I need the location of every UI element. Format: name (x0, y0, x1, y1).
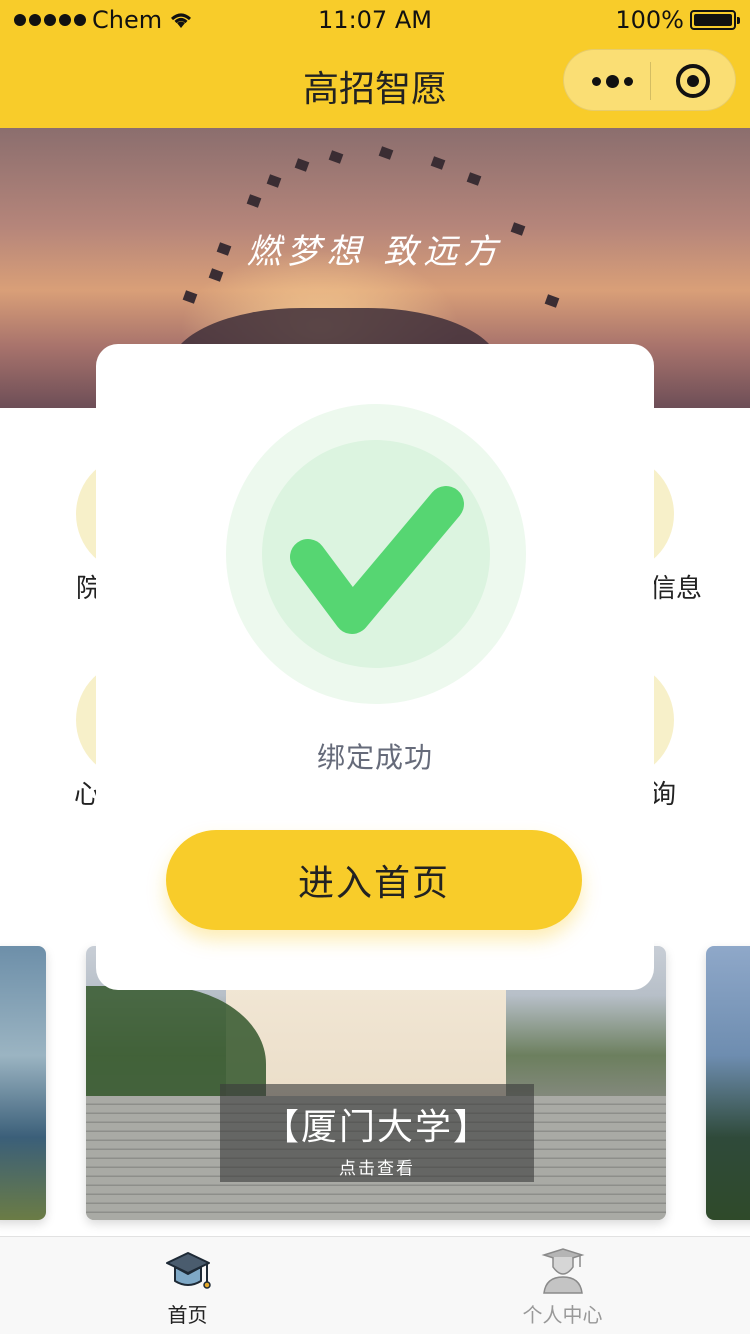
thrown-cap-icon (328, 150, 344, 164)
carousel-card-next[interactable] (706, 946, 750, 1220)
capsule-divider (650, 62, 651, 100)
thrown-cap-icon (294, 158, 310, 172)
tab-profile-label: 个人中心 (522, 1303, 603, 1327)
check-icon (290, 486, 464, 634)
thrown-cap-icon (246, 194, 262, 208)
status-bar: Chem 11:07 AM 100% (0, 0, 750, 40)
mini-program-capsule (563, 49, 736, 111)
tab-bar: 首页 个人中心 (0, 1236, 750, 1334)
enter-home-button[interactable]: 进入首页 (166, 830, 582, 930)
carousel-card-prev[interactable] (0, 946, 46, 1220)
menu-label-info[interactable]: 信息 (650, 568, 702, 605)
graduate-person-icon (541, 1248, 585, 1294)
target-circle-icon[interactable] (676, 64, 710, 98)
more-dots-icon[interactable] (588, 72, 636, 90)
success-ring-outer (226, 404, 526, 704)
view-hint: 点击查看 (339, 1159, 415, 1179)
thrown-cap-icon (544, 294, 560, 308)
banner-slogan: 燃梦想 致远方 (246, 232, 504, 272)
tab-home[interactable]: 首页 (0, 1237, 375, 1334)
thrown-cap-icon (430, 156, 446, 170)
thrown-cap-icon (466, 172, 482, 186)
thrown-cap-icon (378, 146, 394, 160)
battery-percent: 100% (615, 6, 684, 34)
tab-home-label: 首页 (167, 1303, 208, 1327)
success-message: 绑定成功 (316, 741, 433, 774)
tab-profile[interactable]: 个人中心 (375, 1237, 750, 1334)
bind-success-modal: 绑定成功 进入首页 (96, 344, 654, 990)
top-bar: Chem 11:07 AM 100% 高招智愿 (0, 0, 750, 128)
university-name: 【厦门大学】 (262, 1107, 491, 1148)
thrown-cap-icon (266, 174, 282, 188)
graduation-cap-icon (166, 1252, 211, 1289)
battery-icon (690, 10, 740, 30)
university-caption[interactable]: 【厦门大学】 点击查看 (220, 1084, 534, 1182)
battery-info: 100% (615, 6, 740, 34)
